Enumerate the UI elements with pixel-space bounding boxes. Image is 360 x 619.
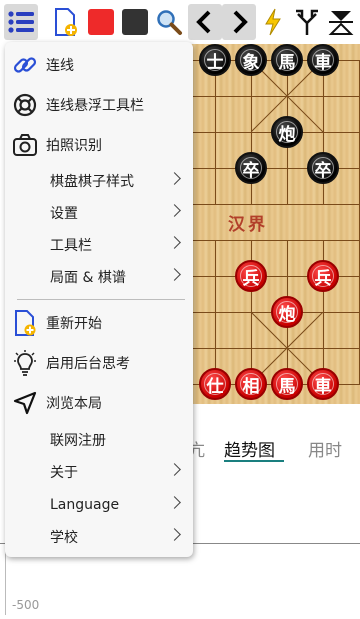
- menu-item-label: 局面 & 棋谱: [50, 270, 126, 286]
- black-horse-piece[interactable]: 馬: [271, 44, 303, 76]
- menu-item-label: 启用后台思考: [46, 356, 130, 372]
- river-label: 汉界: [228, 215, 268, 235]
- red-soldier-piece[interactable]: 兵: [307, 260, 339, 292]
- camera-icon: [12, 132, 38, 158]
- menu-item-restart[interactable]: 重新开始: [5, 307, 193, 339]
- menu-button[interactable]: [4, 4, 38, 40]
- menu-item-label: 重新开始: [46, 316, 102, 332]
- menu-item-photo-recognize[interactable]: 拍照识别: [5, 129, 193, 161]
- menu-item-label: 连线悬浮工具栏: [46, 98, 144, 114]
- menu-item-label: 工具栏: [50, 238, 92, 254]
- menu-item-language[interactable]: Language: [5, 489, 193, 521]
- black-side-button[interactable]: [118, 4, 152, 40]
- board-line: [215, 240, 216, 384]
- black-cannon-piece[interactable]: 炮: [271, 116, 303, 148]
- branch-icon: [296, 9, 318, 35]
- board-line: [188, 240, 360, 241]
- chevron-right-icon: [168, 236, 181, 249]
- forward-button[interactable]: [222, 4, 256, 40]
- menu-item-label: 联网注册: [50, 433, 106, 449]
- red-side-button[interactable]: [84, 4, 118, 40]
- chevron-right-icon: [168, 496, 181, 509]
- red-square-icon: [88, 9, 114, 35]
- tab-trend[interactable]: 趋势图: [224, 436, 275, 461]
- menu-item-label: Language: [50, 497, 120, 513]
- black-soldier-piece[interactable]: 卒: [235, 152, 267, 184]
- chevron-right-icon: [168, 463, 181, 476]
- menu-item-position-record[interactable]: 局面 & 棋谱: [5, 261, 193, 293]
- back-button[interactable]: [188, 4, 222, 40]
- new-file-icon: [12, 310, 38, 336]
- black-soldier-piece[interactable]: 卒: [307, 152, 339, 184]
- black-elephant-piece[interactable]: 象: [235, 44, 267, 76]
- top-toolbar: [0, 0, 360, 44]
- black-advisor-piece[interactable]: 士: [199, 44, 231, 76]
- branch-button[interactable]: [290, 4, 324, 40]
- board-line: [188, 204, 360, 205]
- chess-board[interactable]: 汉界 士 象 馬 車 炮 卒 卒 兵 兵 炮 仕 相 馬 車: [188, 44, 360, 404]
- red-elephant-piece[interactable]: 相: [235, 368, 267, 400]
- menu-item-connect[interactable]: 连线: [5, 49, 193, 81]
- bottom-tabs: 亢 趋势图 用时: [188, 432, 360, 466]
- new-game-button[interactable]: [48, 4, 82, 40]
- flip-button[interactable]: [324, 4, 358, 40]
- menu-item-label: 设置: [50, 206, 78, 222]
- chevron-right-icon: [168, 268, 181, 281]
- chart-tick-label: -500: [12, 598, 40, 612]
- new-file-icon: [55, 8, 77, 36]
- menu-divider: [17, 299, 185, 300]
- chevron-right-icon: [233, 10, 248, 34]
- search-button[interactable]: [152, 4, 186, 40]
- chevron-left-icon: [196, 10, 211, 34]
- menu-item-floating-toolbar[interactable]: 连线悬浮工具栏: [5, 89, 193, 121]
- tab-time[interactable]: 用时: [308, 436, 342, 461]
- menu-item-school[interactable]: 学校: [5, 521, 193, 553]
- red-cannon-piece[interactable]: 炮: [271, 296, 303, 328]
- chevron-right-icon: [168, 528, 181, 541]
- lifebuoy-icon: [12, 92, 38, 118]
- menu-item-online-register[interactable]: 联网注册: [5, 424, 193, 456]
- black-chariot-piece[interactable]: 車: [307, 44, 339, 76]
- black-square-icon: [122, 9, 148, 35]
- link-icon: [12, 52, 38, 78]
- menu-item-board-style[interactable]: 棋盘棋子样式: [5, 165, 193, 197]
- menu-item-label: 棋盘棋子样式: [50, 174, 134, 190]
- menu-item-label: 浏览本局: [46, 396, 102, 412]
- menu-item-label: 拍照识别: [46, 138, 102, 154]
- menu-item-settings[interactable]: 设置: [5, 197, 193, 229]
- menu-item-background-think[interactable]: 启用后台思考: [5, 347, 193, 379]
- chevron-right-icon: [168, 172, 181, 185]
- menu-item-toolbar[interactable]: 工具栏: [5, 229, 193, 261]
- red-soldier-piece[interactable]: 兵: [235, 260, 267, 292]
- tab-active-underline: [224, 460, 284, 462]
- flip-icon: [328, 11, 354, 35]
- flash-button[interactable]: [256, 4, 290, 40]
- menu-item-label: 关于: [50, 465, 78, 481]
- red-advisor-piece[interactable]: 仕: [199, 368, 231, 400]
- menu-item-browse-game[interactable]: 浏览本局: [5, 387, 193, 419]
- search-icon: [157, 10, 182, 35]
- lightbulb-icon: [12, 350, 38, 376]
- menu-item-label: 连线: [46, 58, 74, 74]
- navigate-arrow-icon: [12, 390, 38, 416]
- main-menu: 连线 连线悬浮工具栏 拍照识别 棋盘棋子样式 设置 工具栏 局面 & 棋谱 重新…: [5, 42, 193, 557]
- chevron-right-icon: [168, 204, 181, 217]
- menu-item-about[interactable]: 关于: [5, 456, 193, 488]
- list-menu-icon: [8, 11, 34, 33]
- menu-item-label: 学校: [50, 530, 78, 546]
- red-horse-piece[interactable]: 馬: [271, 368, 303, 400]
- board-line: [215, 60, 216, 204]
- red-chariot-piece[interactable]: 車: [307, 368, 339, 400]
- lightning-icon: [265, 8, 281, 36]
